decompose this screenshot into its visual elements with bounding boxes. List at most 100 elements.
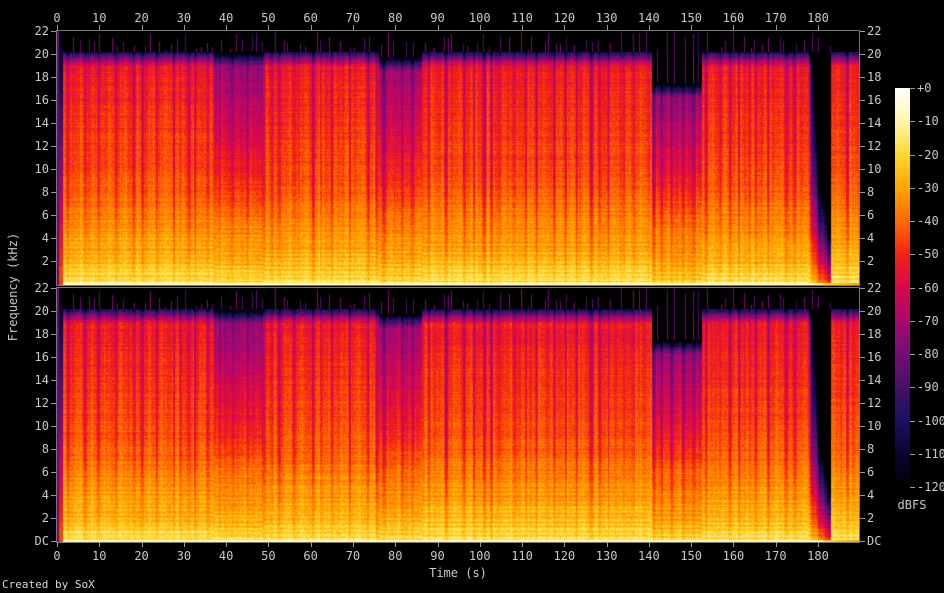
freq-tick [860, 518, 865, 519]
freq-tick-label: 6 [41, 465, 49, 479]
colorbar-tick [910, 421, 915, 422]
freq-tick-label: 2 [867, 511, 875, 525]
freq-tick-label: 12 [34, 139, 49, 153]
freq-tick [860, 541, 865, 542]
time-tick [606, 25, 608, 30]
freq-tick [51, 261, 56, 262]
time-tick-label: 90 [430, 549, 445, 563]
freq-tick [860, 403, 865, 404]
freq-tick [51, 449, 56, 450]
freq-tick [51, 123, 56, 124]
freq-tick [860, 77, 865, 78]
freq-tick-label: 20 [867, 47, 882, 61]
freq-tick [860, 288, 865, 289]
freq-tick [860, 238, 865, 239]
time-tick [437, 542, 439, 547]
time-tick [141, 542, 143, 547]
time-tick-label: 20 [134, 11, 149, 25]
freq-tick [860, 495, 865, 496]
freq-tick [51, 215, 56, 216]
y-axis-title: Frequency (kHz) [6, 232, 20, 341]
time-tick [564, 542, 566, 547]
freq-tick [860, 357, 865, 358]
freq-tick [51, 518, 56, 519]
time-tick-label: 10 [92, 549, 107, 563]
freq-tick-label: 8 [41, 442, 49, 456]
time-tick-label: 160 [722, 11, 745, 25]
time-tick [226, 542, 228, 547]
time-tick-label: 40 [218, 549, 234, 563]
freq-tick [51, 169, 56, 170]
time-tick [606, 542, 608, 547]
time-tick-label: 140 [638, 11, 660, 25]
time-tick-label: 90 [430, 11, 445, 25]
freq-tick [860, 123, 865, 124]
freq-tick [51, 495, 56, 496]
freq-tick-label: 14 [34, 116, 49, 130]
time-tick [99, 25, 101, 30]
time-tick [522, 542, 524, 547]
freq-tick [51, 77, 56, 78]
time-tick-label: 170 [764, 549, 787, 563]
colorbar-tick [910, 487, 915, 488]
time-tick-label: 120 [553, 11, 576, 25]
time-tick-label: 60 [303, 11, 318, 25]
freq-tick [860, 192, 865, 193]
sox-spectrogram-screen: 0 0 10 10 20 20 30 30 40 40 50 50 60 60 70 70 80 80 90 90 10… [0, 0, 944, 593]
time-tick [183, 25, 185, 30]
time-tick-label: 0 [53, 11, 61, 25]
freq-tick [51, 334, 56, 335]
time-tick-label: 50 [261, 549, 276, 563]
colorbar-tick-label: -30 [917, 181, 939, 195]
freq-tick [860, 334, 865, 335]
time-tick-label: 150 [680, 11, 702, 25]
time-tick-label: 20 [134, 549, 149, 563]
freq-tick-label: 22 [867, 24, 882, 38]
time-tick-label: 160 [722, 549, 745, 563]
time-tick [691, 25, 693, 30]
colorbar-tick [910, 387, 915, 388]
time-tick [310, 25, 312, 30]
time-tick [775, 542, 777, 547]
freq-tick-label: 10 [34, 162, 49, 176]
time-tick-label: 60 [303, 549, 318, 563]
time-tick-label: 70 [345, 549, 361, 563]
colorbar-tick [910, 155, 915, 156]
time-tick-label: 50 [261, 11, 276, 25]
freq-tick [860, 169, 865, 170]
colorbar-tick [910, 254, 915, 255]
freq-tick [51, 380, 56, 381]
freq-tick [860, 215, 865, 216]
freq-tick [51, 100, 56, 101]
freq-tick [860, 54, 865, 55]
time-tick [141, 25, 143, 30]
colorbar-tick [910, 454, 915, 455]
freq-tick-label: 12 [34, 396, 49, 410]
colorbar-unit-label: dBFS [897, 498, 927, 512]
freq-tick-label: 2 [41, 511, 49, 525]
time-tick [352, 542, 354, 547]
time-tick-label: 170 [764, 11, 787, 25]
time-tick [522, 25, 524, 30]
spectrogram-channel-left [57, 31, 859, 285]
colorbar-tick-label: -120 [917, 480, 944, 494]
time-tick [268, 25, 270, 30]
time-tick-label: 130 [595, 549, 618, 563]
colorbar-tick [910, 321, 915, 322]
colorbar-tick [910, 221, 915, 222]
colorbar-tick [910, 121, 915, 122]
freq-tick [51, 192, 56, 193]
freq-tick-label: 4 [41, 488, 49, 502]
time-tick [648, 542, 650, 547]
time-tick-label: 180 [807, 549, 829, 563]
freq-tick [51, 146, 56, 147]
freq-tick [860, 311, 865, 312]
freq-tick-label: 16 [34, 93, 49, 107]
freq-tick [51, 311, 56, 312]
freq-tick [51, 54, 56, 55]
freq-tick [51, 541, 56, 542]
time-tick [57, 542, 58, 547]
time-tick [479, 542, 481, 547]
time-tick-label: 30 [176, 549, 192, 563]
created-by-sox-credit: Created by SoX [2, 578, 95, 591]
